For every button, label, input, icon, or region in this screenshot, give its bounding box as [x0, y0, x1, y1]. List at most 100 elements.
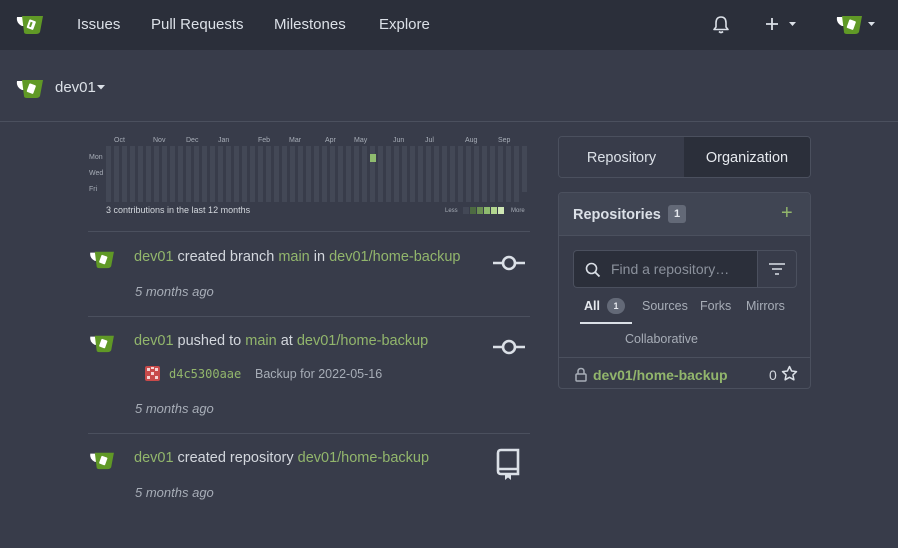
heatmap-week-column	[442, 146, 447, 202]
nav-pull-requests[interactable]: Pull Requests	[151, 16, 244, 33]
heatmap-month-label: Dec	[186, 137, 199, 144]
heatmap-week-column	[402, 146, 407, 202]
repo-link[interactable]: dev01/home-backup	[593, 367, 728, 383]
heatmap-day-label: Fri	[89, 186, 98, 193]
heatmap-week-column	[170, 146, 175, 202]
panel-header: Repositories 1 +	[559, 193, 810, 236]
nav-milestones[interactable]: Milestones	[274, 16, 346, 33]
filter-button[interactable]	[757, 250, 797, 288]
repositories-panel: Repositories 1 + All 1 Sources Forks Mir…	[558, 192, 811, 389]
heatmap-week-column	[210, 146, 215, 202]
chevron-down-icon[interactable]	[97, 85, 105, 90]
commit-author-avatar[interactable]	[145, 366, 160, 381]
search-icon	[585, 262, 601, 278]
top-navbar: Issues Pull Requests Milestones Explore	[0, 0, 898, 50]
heatmap-week-column	[394, 146, 399, 202]
heatmap-week-column	[522, 146, 527, 192]
feed-user-link[interactable]: dev01	[134, 333, 174, 349]
heatmap-month-label: Oct	[114, 137, 125, 144]
tab-organization[interactable]: Organization	[684, 137, 810, 177]
heatmap-week-column	[122, 146, 127, 202]
heatmap-legend-box	[463, 207, 469, 214]
heatmap-week-column	[410, 146, 415, 202]
feed-branch-link[interactable]: main	[278, 249, 309, 265]
heatmap-week-column	[482, 146, 487, 202]
feed-user-link[interactable]: dev01	[134, 450, 174, 466]
feed-action: created branch	[173, 249, 279, 265]
heatmap-week-column	[354, 146, 359, 202]
feed-prep: at	[276, 333, 297, 349]
heatmap-month-label: Apr	[325, 137, 336, 144]
repo-count-badge: 1	[668, 205, 686, 223]
heatmap-week-column	[250, 146, 255, 202]
heatmap-week-column	[386, 146, 391, 202]
heatmap-month-label: Feb	[258, 137, 271, 144]
heatmap-week-column	[234, 146, 239, 202]
feed-repo-link[interactable]: dev01/home-backup	[297, 333, 428, 349]
heatmap-month-label: Mar	[289, 137, 302, 144]
git-commit-icon	[493, 255, 525, 271]
heatmap-month-label: Jul	[425, 137, 434, 144]
heatmap-week-column	[426, 146, 431, 202]
heatmap-week-column	[506, 146, 511, 202]
heatmap-week-column	[178, 146, 183, 202]
repo-tab-sources[interactable]: Sources	[642, 299, 688, 313]
heatmap-week-column	[474, 146, 479, 202]
heatmap-week-column	[162, 146, 167, 202]
heatmap-legend-box	[491, 207, 497, 214]
context-switcher[interactable]: dev01	[55, 79, 96, 96]
heatmap-month-label: Sep	[498, 137, 511, 144]
heatmap-month-label: Jun	[393, 137, 405, 144]
commit-sha-link[interactable]: d4c5300aae	[169, 367, 241, 381]
panel-title: Repositories	[573, 207, 661, 223]
heatmap-week-column	[258, 146, 263, 202]
nav-explore[interactable]: Explore	[379, 16, 430, 33]
repo-icon	[496, 448, 520, 480]
feed-branch-link[interactable]: main	[245, 333, 276, 349]
bell-icon[interactable]	[712, 15, 730, 34]
feed-repo-link[interactable]: dev01/home-backup	[298, 450, 429, 466]
feed-text: dev01 created repository dev01/home-back…	[134, 450, 429, 466]
heatmap-week-column	[226, 146, 231, 202]
heatmap-legend-more: More	[511, 208, 525, 214]
tab-repository[interactable]: Repository	[559, 137, 684, 177]
repo-tab-mirrors[interactable]: Mirrors	[746, 299, 785, 313]
feed-divider	[88, 316, 530, 317]
heatmap-month-label: Nov	[153, 137, 166, 144]
repo-star-count: 0	[769, 367, 777, 383]
repo-tab-all[interactable]: All	[584, 299, 600, 313]
repo-tab-collaborative[interactable]: Collaborative	[625, 332, 698, 346]
commit-message: Backup for 2022-05-16	[255, 367, 383, 381]
dashboard-context-bar: dev01	[0, 50, 898, 122]
heatmap-legend-less: Less	[445, 208, 458, 214]
heatmap-week-column	[338, 146, 343, 202]
heatmap-week-column	[266, 146, 271, 202]
heatmap-month-label: Jan	[218, 137, 230, 144]
heatmap-week-column	[146, 146, 151, 202]
list-item[interactable]: dev01/home-backup 0	[559, 357, 810, 388]
feed-action: pushed to	[173, 333, 246, 349]
heatmap-legend-box	[484, 207, 490, 214]
search-input[interactable]	[611, 261, 751, 277]
heatmap-active-cell[interactable]	[370, 154, 376, 162]
user-avatar-icon[interactable]	[836, 13, 876, 35]
feed-time: 5 months ago	[135, 401, 214, 416]
gitea-logo-icon[interactable]	[16, 13, 46, 35]
feed-text: dev01 pushed to main at dev01/home-backu…	[134, 333, 428, 349]
user-avatar-icon[interactable]	[89, 249, 117, 269]
heatmap-week-column	[138, 146, 143, 202]
heatmap-week-column	[186, 146, 191, 202]
repo-tab-forks[interactable]: Forks	[700, 299, 731, 313]
heatmap-week-column	[282, 146, 287, 202]
plus-icon[interactable]	[765, 17, 797, 32]
filter-icon	[769, 263, 785, 275]
heatmap-week-column	[346, 146, 351, 202]
feed-user-link[interactable]: dev01	[134, 249, 174, 265]
repo-org-switch: Repository Organization	[558, 136, 811, 178]
nav-issues[interactable]: Issues	[77, 16, 120, 33]
feed-repo-link[interactable]: dev01/home-backup	[329, 249, 460, 265]
new-repo-button[interactable]: +	[781, 202, 793, 225]
heatmap-week-column	[378, 146, 383, 202]
user-avatar-icon[interactable]	[89, 333, 117, 353]
user-avatar-icon[interactable]	[89, 450, 117, 470]
